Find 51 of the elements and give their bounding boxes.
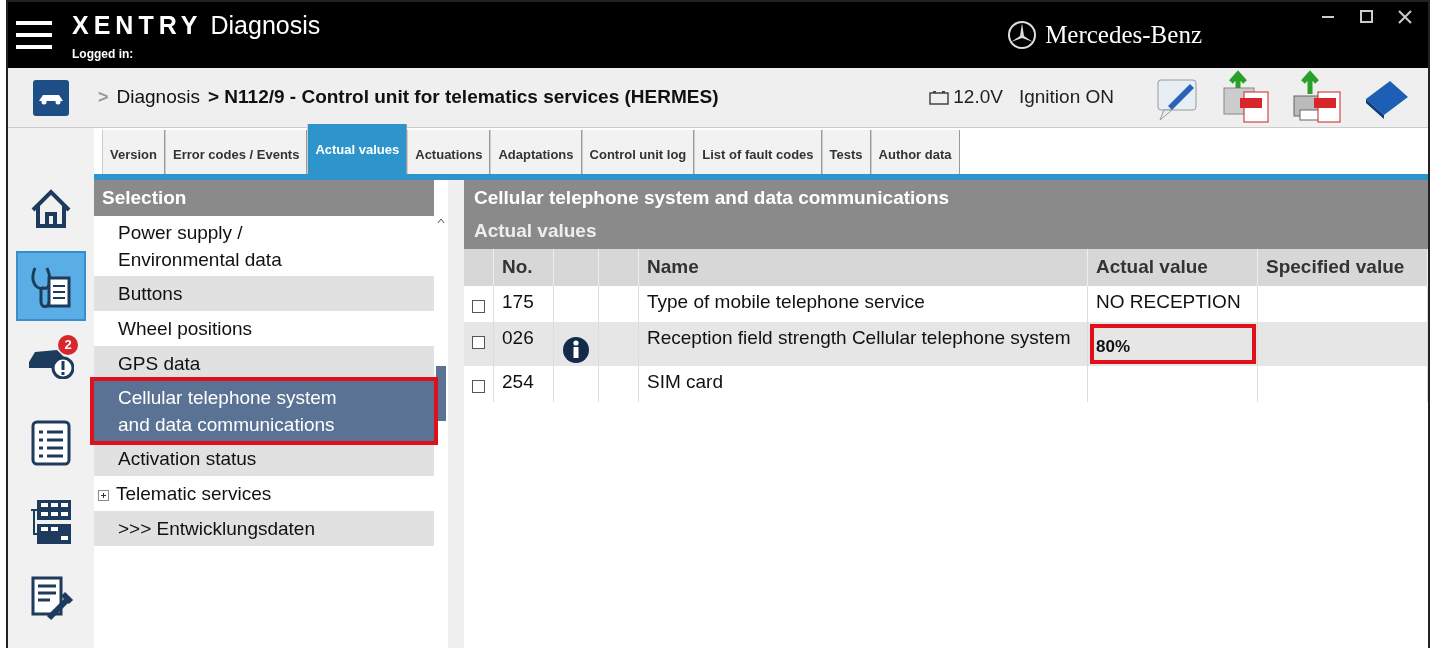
app-brand: XENTRY bbox=[72, 10, 203, 42]
car-icon[interactable] bbox=[33, 79, 69, 116]
scrollbar-thumb[interactable] bbox=[436, 366, 446, 421]
close-icon[interactable] bbox=[1398, 10, 1412, 24]
selection-item[interactable]: Cellular telephone system and data communications bbox=[94, 381, 434, 441]
info-icon[interactable] bbox=[562, 335, 590, 364]
row-checkbox[interactable] bbox=[472, 379, 485, 393]
row-number: 175 bbox=[502, 290, 534, 312]
scroll-up-icon[interactable] bbox=[436, 216, 446, 226]
voltage-reading: 12.0V bbox=[953, 85, 1003, 110]
tab[interactable]: Control unit log bbox=[581, 130, 695, 174]
column-header: Name bbox=[638, 249, 1088, 286]
breadcrumb-link[interactable]: Diagnosis bbox=[116, 83, 200, 112]
column-header: No. bbox=[493, 249, 554, 286]
column-header: Actual value bbox=[1087, 249, 1258, 286]
tab[interactable]: Author data bbox=[870, 130, 960, 174]
tab[interactable]: Adaptations bbox=[490, 130, 582, 174]
star-logo-icon bbox=[1007, 20, 1038, 50]
actual-value: NO RECEPTION bbox=[1096, 290, 1241, 312]
ignition-status: Ignition ON bbox=[1018, 85, 1114, 110]
selection-item[interactable]: Buttons bbox=[94, 276, 434, 311]
column-header: Specified value bbox=[1257, 249, 1428, 286]
notification-count: 2 bbox=[58, 335, 78, 355]
tab[interactable]: Tests bbox=[821, 130, 871, 174]
battery-icon bbox=[929, 90, 950, 105]
maker-name: Mercedes-Benz bbox=[1045, 20, 1202, 51]
tab[interactable]: Actuations bbox=[407, 130, 491, 174]
app-title: Diagnosis bbox=[210, 10, 321, 42]
breadcrumb-separator: > bbox=[98, 86, 109, 109]
row-number: 254 bbox=[502, 370, 534, 392]
row-checkbox[interactable] bbox=[472, 299, 485, 313]
value-name: Reception field strength Cellular telephone system bbox=[647, 326, 1071, 348]
car-warning-icon bbox=[28, 349, 74, 379]
panel-header: Selection bbox=[94, 180, 434, 216]
expand-icon bbox=[98, 490, 110, 502]
value-name: Type of mobile telephone service bbox=[647, 290, 925, 312]
value-name: SIM card bbox=[647, 370, 724, 392]
nav-rail-button[interactable] bbox=[16, 251, 86, 321]
section-title: Cellular telephone system and data communications bbox=[464, 180, 1428, 217]
row-number: 026 bbox=[502, 326, 534, 348]
row-checkbox[interactable] bbox=[472, 335, 485, 349]
maximize-icon[interactable] bbox=[1360, 10, 1374, 24]
panel-subtitle: Actual values bbox=[464, 216, 1428, 249]
tab[interactable]: Version bbox=[102, 130, 165, 174]
logged-in-label: Logged in: bbox=[72, 45, 135, 63]
breadcrumb-current: > N112/9 - Control unit for telematics services (HERMES) bbox=[207, 85, 719, 110]
selection-item[interactable]: >>> Entwicklungsdaten bbox=[94, 511, 434, 546]
tab[interactable]: List of fault codes bbox=[694, 130, 822, 174]
actual-value: 80% bbox=[1096, 335, 1132, 358]
tab[interactable]: Error codes / Events bbox=[164, 130, 308, 174]
nav-rail-button[interactable]: 2 bbox=[16, 329, 86, 399]
